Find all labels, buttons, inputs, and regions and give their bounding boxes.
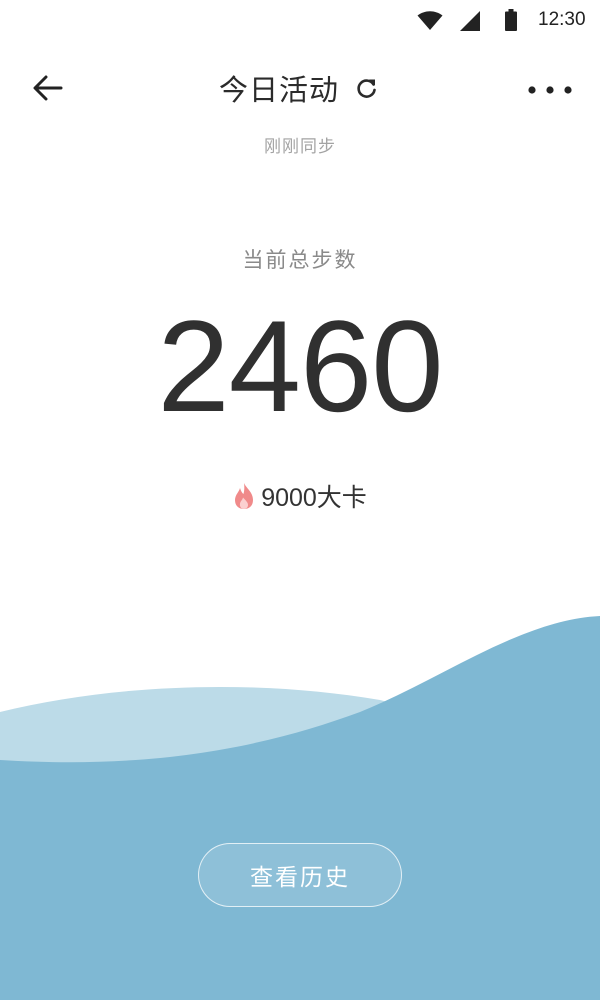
- arrow-left-icon: [33, 75, 63, 101]
- view-history-button[interactable]: 查看历史: [198, 843, 402, 907]
- refresh-button[interactable]: [353, 74, 381, 102]
- sync-status-text: 刚刚同步: [264, 137, 336, 157]
- steps-label: 当前总步数: [242, 248, 358, 272]
- back-button[interactable]: [28, 68, 68, 108]
- calories-row: 9000大卡: [0, 478, 600, 514]
- wifi-icon: [417, 11, 443, 30]
- more-options-button[interactable]: [520, 70, 580, 110]
- calories-value: 9000大卡: [261, 484, 367, 512]
- cell-signal-icon: [460, 11, 480, 31]
- more-horizontal-icon: [528, 86, 572, 94]
- wave-dark: [0, 616, 600, 1000]
- flame-icon: [235, 483, 254, 509]
- battery-icon: [505, 9, 517, 31]
- activity-screen: 12:30 今日活动 刚刚同步 当前总步数 2460 9000大卡 查看历史: [0, 0, 600, 1000]
- refresh-icon: [357, 79, 376, 98]
- status-time: 12:30: [538, 9, 586, 30]
- status-bar: 12:30: [0, 0, 600, 40]
- steps-count: 2460: [157, 293, 443, 439]
